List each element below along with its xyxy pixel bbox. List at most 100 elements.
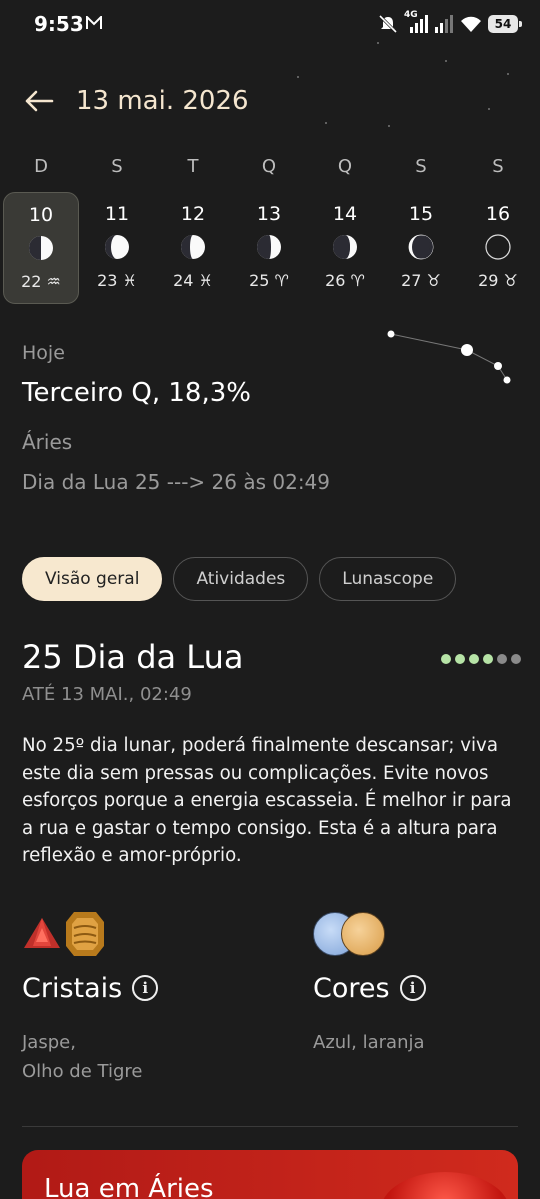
day-column[interactable]: Q 14 26 ♈ — [307, 152, 383, 304]
star-decoration — [388, 125, 390, 127]
lunar-day-sign: 22 ♒ — [21, 272, 61, 291]
tab-bar: Visão geral Atividades Lunascope — [22, 557, 457, 601]
moon-phase-icon — [29, 236, 53, 260]
day-column[interactable]: S 15 27 ♉ — [383, 152, 459, 304]
tab-activities[interactable]: Atividades — [173, 557, 309, 601]
crystals-list: Jaspe, Olho de Tigre — [22, 1028, 158, 1086]
new-moon-icon — [485, 234, 511, 260]
star-decoration — [488, 108, 490, 110]
day-card[interactable]: 13 25 ♈ — [231, 192, 307, 304]
crystal-name: Jaspe, — [22, 1032, 76, 1053]
moon-phase-icon — [408, 234, 434, 260]
status-icons: 4G 54 — [378, 10, 522, 36]
day-number: 10 — [28, 204, 54, 226]
header: 13 mai. 2026 — [22, 82, 249, 120]
star-decoration — [445, 60, 447, 62]
status-bar: 9:53 4G 54 — [0, 0, 540, 50]
weekday-letter: T — [187, 156, 199, 177]
day-card[interactable]: 14 26 ♈ — [307, 192, 383, 304]
crystals-block: Cristais i Jaspe, Olho de Tigre — [22, 908, 159, 1086]
weekday-letter: S — [492, 156, 504, 177]
lunar-day-sign: 29 ♉ — [478, 271, 518, 290]
weekday-letter: D — [34, 156, 48, 177]
star-decoration — [507, 73, 509, 75]
rating-dot — [469, 654, 479, 664]
battery-level: 54 — [494, 17, 512, 31]
battery-icon: 54 — [488, 15, 522, 33]
constellation-illustration — [387, 330, 511, 384]
day-number: 14 — [332, 203, 358, 225]
zodiac-sign-text: Áries — [22, 430, 73, 454]
day-card[interactable]: 16 29 ♉ — [460, 192, 536, 304]
tab-lunascope[interactable]: Lunascope — [319, 557, 457, 601]
moon-sign-card[interactable]: Lua em Áries — [22, 1150, 518, 1199]
lunar-day-sign: 26 ♈ — [325, 271, 365, 290]
energy-rating-dots — [441, 654, 521, 664]
lunar-day-sign: 23 ♓ — [97, 271, 137, 290]
cell-signal-icon: 4G — [404, 10, 428, 34]
moon-phase-text: Terceiro Q, 18,3% — [22, 378, 251, 408]
back-button[interactable] — [22, 84, 56, 118]
day-card-selected[interactable]: 10 22 ♒ — [3, 192, 79, 304]
lunar-day-transition: Dia da Lua 25 ---> 26 às 02:49 — [22, 470, 331, 494]
weekday-letter: S — [415, 156, 427, 177]
rating-dot — [483, 654, 493, 664]
day-column[interactable]: S 11 23 ♓ — [79, 152, 155, 304]
rating-dot — [497, 654, 507, 664]
day-number: 15 — [408, 203, 434, 225]
day-card[interactable]: 11 23 ♓ — [79, 192, 155, 304]
day-column[interactable]: Q 13 25 ♈ — [231, 152, 307, 304]
day-card[interactable]: 15 27 ♉ — [383, 192, 459, 304]
tiger-eye-crystal-icon — [66, 912, 104, 956]
status-time: 9:53 — [34, 12, 84, 36]
wifi-icon — [461, 16, 481, 32]
moon-phase-icon — [105, 235, 129, 259]
network-type: 4G — [404, 10, 418, 20]
page-title: 13 mai. 2026 — [76, 86, 249, 116]
tab-overview[interactable]: Visão geral — [22, 557, 163, 601]
mail-notification-icon — [86, 16, 102, 29]
orange-color-swatch — [341, 912, 385, 956]
crystals-title: Cristais — [22, 972, 123, 1004]
star-decoration — [325, 122, 327, 124]
lunar-day-sign: 25 ♈ — [249, 271, 289, 290]
weekday-letter: Q — [261, 156, 277, 177]
star-decoration — [297, 76, 299, 78]
section-subtitle: ATÉ 13 MAI., 02:49 — [22, 684, 192, 705]
moon-sign-card-title: Lua em Áries — [44, 1174, 214, 1199]
crystal-name: Olho de Tigre — [22, 1061, 143, 1082]
colors-list: Azul, laranja — [313, 1032, 425, 1053]
moon-phase-icon — [257, 235, 281, 259]
jasper-crystal-icon — [24, 918, 60, 948]
weekday-letter: S — [111, 156, 123, 177]
divider — [22, 1126, 518, 1127]
lunar-day-sign: 24 ♓ — [173, 271, 213, 290]
colors-title: Cores — [313, 972, 390, 1004]
info-icon[interactable]: i — [399, 975, 426, 1001]
day-card[interactable]: 12 24 ♓ — [155, 192, 231, 304]
day-number: 11 — [104, 203, 130, 225]
moon-phase-icon — [181, 235, 205, 259]
arrow-left-icon — [25, 90, 54, 112]
day-number: 13 — [256, 203, 282, 225]
star-decoration — [377, 42, 379, 44]
rating-dot — [441, 654, 451, 664]
moon-phase-icon — [333, 235, 357, 259]
lunar-day-description: No 25º dia lunar, poderá finalmente desc… — [22, 735, 512, 866]
lunar-day-sign: 27 ♉ — [401, 271, 441, 290]
rating-dot — [511, 654, 521, 664]
day-column[interactable]: S 16 29 ♉ — [460, 152, 536, 304]
moon-sign-illustration — [380, 1172, 510, 1199]
section-title: 25 Dia da Lua — [22, 638, 244, 676]
mute-icon — [378, 14, 398, 34]
day-number: 16 — [485, 203, 511, 225]
rating-dot — [455, 654, 465, 664]
today-label: Hoje — [22, 342, 65, 364]
info-icon[interactable]: i — [132, 975, 159, 1001]
day-number: 12 — [180, 203, 206, 225]
day-column[interactable]: T 12 24 ♓ — [155, 152, 231, 304]
day-column[interactable]: D 10 22 ♒ — [3, 152, 79, 304]
weekday-letter: Q — [337, 156, 353, 177]
colors-block: Cores i Azul, laranja — [313, 908, 426, 1057]
cell-signal-2-icon — [435, 15, 453, 33]
